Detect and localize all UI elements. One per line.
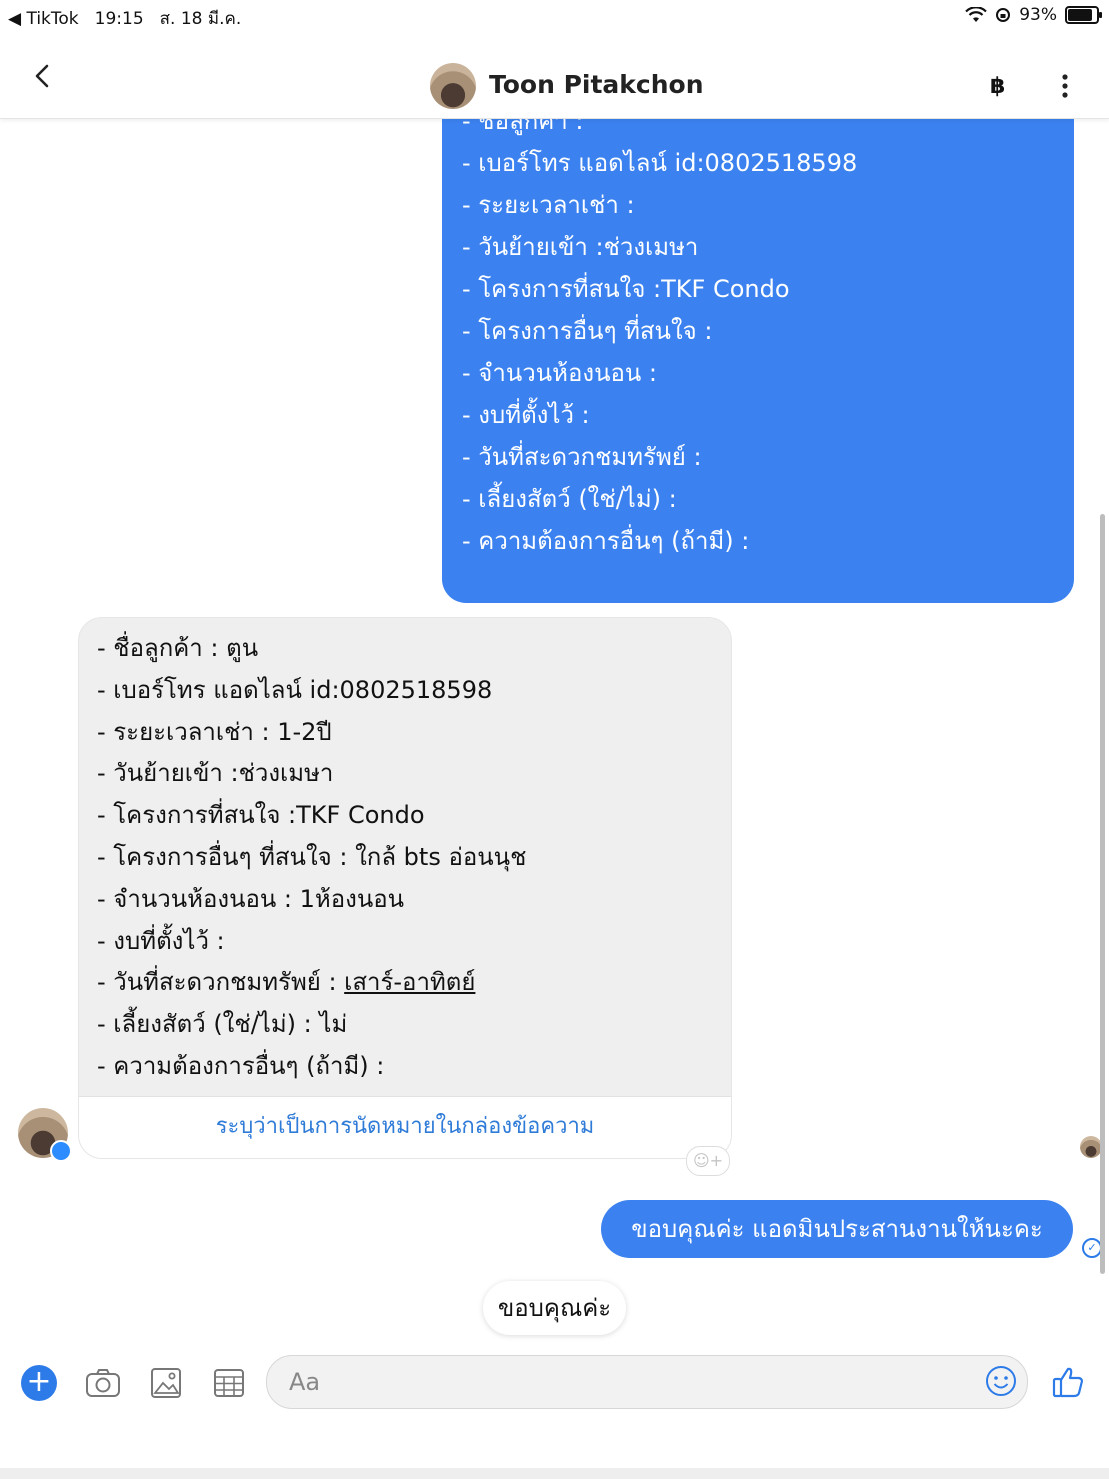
message-input[interactable]: Aa — [266, 1355, 1028, 1409]
seen-by-avatar — [1080, 1136, 1102, 1158]
form-line: - เบอร์โทร แอดไลน์ id:0802518598 — [462, 149, 858, 177]
form-line: - โครงการที่สนใจ :TKF Condo — [97, 801, 425, 830]
outgoing-message-bubble[interactable]: - ชื่อลูกค้า : - เบอร์โทร แอดไลน์ id:0802… — [442, 118, 1074, 603]
message-thread[interactable]: - ชื่อลูกค้า : - เบอร์โทร แอดไลน์ id:0802… — [0, 118, 1109, 1348]
back-chevron-icon[interactable] — [26, 58, 62, 94]
back-to-app-link[interactable]: ◀ TikTok — [8, 9, 79, 29]
more-options-icon[interactable] — [1054, 70, 1076, 102]
messenger-badge-icon — [50, 1140, 72, 1162]
form-line: - ชื่อลูกค้า : — [462, 118, 584, 135]
thumbs-up-icon[interactable] — [1050, 1364, 1086, 1400]
conversation-header: Toon Pitakchon ฿ — [0, 34, 1109, 119]
delivered-check-icon: ✓ — [1082, 1238, 1102, 1258]
contact-name[interactable]: Toon Pitakchon — [489, 70, 704, 99]
home-indicator-bar — [0, 1468, 1109, 1479]
plus-icon[interactable]: + — [21, 1365, 57, 1401]
form-line: - วันที่สะดวกชมทรัพย์ : — [462, 443, 702, 471]
form-line: - ระยะเวลาเช่า : 1-2ปี — [97, 717, 332, 746]
contact-avatar[interactable] — [430, 63, 476, 109]
status-time: 19:15 — [94, 8, 144, 29]
form-line: - งบที่ตั้งไว้ : — [97, 926, 225, 955]
payment-baht-icon[interactable]: ฿ — [990, 74, 1005, 99]
form-line: - โครงการอื่นๆ ที่สนใจ : ใกล้ bts อ่อนนุ… — [97, 842, 527, 871]
battery-percent: 93% — [1019, 5, 1057, 25]
form-line: - วันย้ายเข้า :ช่วงเมษา — [97, 759, 334, 788]
mark-as-appointment-button[interactable]: ระบุว่าเป็นการนัดหมายในกล่องข้อความ — [79, 1096, 731, 1158]
add-reaction-icon[interactable]: ☺+ — [686, 1146, 730, 1176]
rotation-lock-icon — [996, 8, 1011, 22]
status-bar: ◀ TikTok 19:15 ส. 18 มี.ค. 93% — [0, 0, 1109, 34]
table-icon[interactable] — [210, 1364, 248, 1402]
form-line: - โครงการอื่นๆ ที่สนใจ : — [462, 317, 713, 345]
image-icon[interactable] — [147, 1364, 185, 1402]
camera-icon[interactable] — [84, 1364, 122, 1402]
form-line: - จำนวนห้องนอน : 1ห้องนอน — [97, 884, 405, 913]
quick-reply-chip[interactable]: ขอบคุณค่ะ — [483, 1281, 626, 1335]
form-line: - จำนวนห้องนอน : — [462, 359, 658, 387]
message-composer: + Aa — [0, 1348, 1109, 1438]
form-line: - งบที่ตั้งไว้ : — [462, 401, 590, 429]
message-input-placeholder: Aa — [289, 1368, 321, 1396]
scrollbar[interactable] — [1100, 514, 1105, 1274]
emoji-icon[interactable] — [985, 1365, 1017, 1397]
viewing-date-line: - วันที่สะดวกชมทรัพย์ : เสาร์-อาทิตย์ — [97, 968, 476, 997]
form-line: - ความต้องการอื่นๆ (ถ้ามี) : — [462, 527, 750, 555]
form-line: - ความต้องการอื่นๆ (ถ้ามี) : — [97, 1051, 385, 1080]
form-line: - เลี้ยงสัตว์ (ใช่/ไม่) : — [462, 485, 677, 513]
form-line: - โครงการที่สนใจ :TKF Condo — [462, 275, 790, 303]
wifi-icon — [965, 7, 987, 22]
form-line: - เลี้ยงสัตว์ (ใช่/ไม่) : ไม่ — [97, 1010, 348, 1039]
form-line: - ชื่อลูกค้า : ตูน — [97, 634, 259, 662]
form-line: - ระยะเวลาเช่า : — [462, 191, 635, 219]
outgoing-message-text: - ชื่อลูกค้า : - เบอร์โทร แอดไลน์ id:0802… — [462, 118, 857, 562]
battery-icon — [1065, 6, 1102, 24]
form-line: - เบอร์โทร แอดไลน์ id:0802518598 — [97, 675, 493, 704]
incoming-message-text: - ชื่อลูกค้า : ตูน - เบอร์โทร แอดไลน์ id:… — [97, 628, 526, 1088]
incoming-message-bubble[interactable]: - ชื่อลูกค้า : ตูน - เบอร์โทร แอดไลน์ id:… — [78, 617, 732, 1159]
status-date: ส. 18 มี.ค. — [159, 9, 242, 29]
form-line: - วันย้ายเข้า :ช่วงเมษา — [462, 233, 699, 261]
outgoing-reply-bubble[interactable]: ขอบคุณค่ะ แอดมินประสานงานให้นะคะ — [601, 1200, 1073, 1258]
viewing-date-link[interactable]: เสาร์-อาทิตย์ — [344, 968, 475, 996]
